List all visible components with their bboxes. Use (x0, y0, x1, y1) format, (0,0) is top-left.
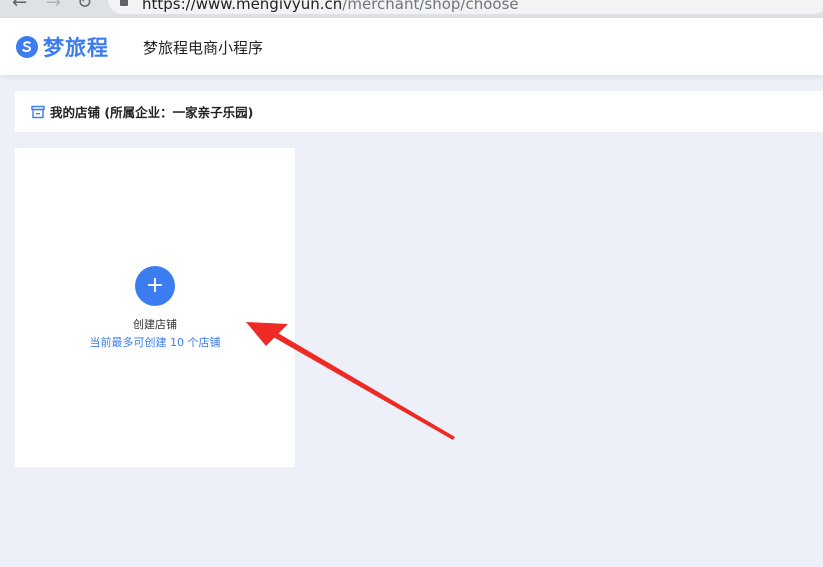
section-title: 我的店铺 (所属企业：一家亲子乐园) (50, 105, 254, 120)
create-shop-card[interactable]: + 创建店铺 当前最多可创建 10 个店铺 (15, 148, 295, 467)
reload-icon[interactable]: ↻ (77, 0, 92, 12)
logo-s-icon (16, 36, 38, 58)
url-path: /merchant/shop/choose (342, 0, 519, 13)
app-title: 梦旅程电商小程序 (143, 39, 264, 57)
url-text: https://www.mengivyun.cn/merchant/shop/c… (142, 0, 519, 12)
address-bar[interactable]: https://www.mengivyun.cn/merchant/shop/c… (108, 0, 823, 14)
logo-text: 梦旅程 (43, 36, 109, 60)
arrow-shaft (268, 329, 455, 440)
app-header: 梦旅程 梦旅程电商小程序 (0, 18, 823, 75)
back-icon[interactable]: ← (12, 0, 27, 12)
logo[interactable]: 梦旅程 (15, 33, 109, 61)
shop-icon (31, 105, 45, 118)
create-shop-label: 创建店铺 (133, 318, 177, 331)
forward-icon[interactable]: → (46, 0, 61, 12)
browser-toolbar: ← → ↻ https://www.mengivyun.cn/merchant/… (0, 0, 823, 18)
my-shops-header: 我的店铺 (所属企业：一家亲子乐园) (15, 91, 823, 132)
lock-icon (120, 0, 128, 6)
create-shop-button[interactable]: + (135, 266, 175, 306)
plus-icon: + (145, 273, 165, 298)
shop-limit-text: 当前最多可创建 10 个店铺 (89, 336, 221, 349)
url-host: https://www.mengivyun.cn (142, 0, 343, 13)
